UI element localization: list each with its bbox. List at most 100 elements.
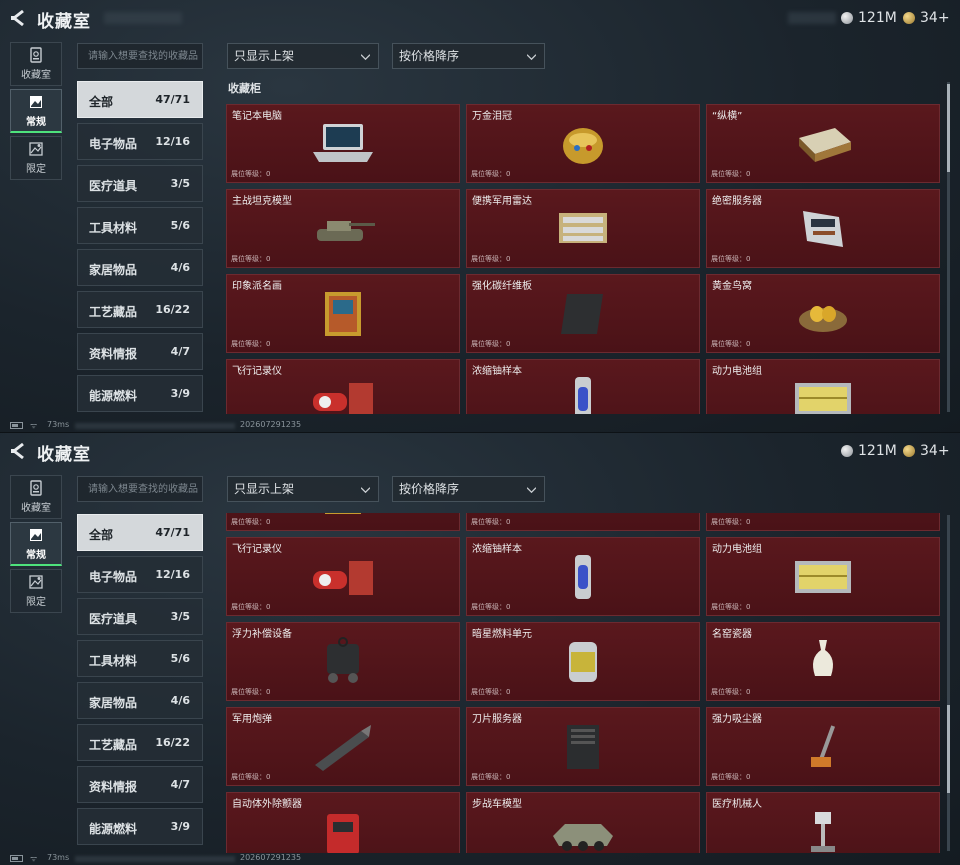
collection-card[interactable]: 步战车模型展位等级：0 [466, 792, 700, 853]
card-name: 万金泪冠 [472, 111, 512, 122]
nav-item-label: 限定 [26, 597, 46, 608]
category-item[interactable]: 资料情报 4/7 [77, 766, 203, 803]
collection-card[interactable]: 主战坦克模型 展位等级：0 [226, 189, 460, 268]
display-filter-dropdown[interactable]: 只显示上架 [227, 476, 379, 502]
collection-card[interactable]: 万金泪冠 展位等级：0 [466, 104, 700, 183]
card-name: 暗星燃料单元 [472, 629, 532, 640]
card-name: 名窑瓷器 [712, 629, 752, 640]
collection-card[interactable]: 飞行记录仪展位等级：0 [226, 359, 460, 414]
collection-card[interactable]: 黄金鸟窝展位等级：0 [706, 274, 940, 353]
back-arrow-icon[interactable] [10, 442, 28, 460]
radar-icon [559, 212, 607, 243]
nav-item-regular[interactable]: 常规 [10, 89, 62, 133]
collection-card[interactable]: 医疗机械人展位等级：0 [706, 792, 940, 853]
chevron-down-icon [361, 54, 370, 61]
scrollbar[interactable] [947, 515, 950, 851]
search-placeholder: 请输入想要查找的收藏品 [88, 484, 198, 495]
category-item[interactable]: 工艺藏品 16/22 [77, 291, 203, 328]
category-item[interactable]: 全部 47/71 [77, 81, 203, 118]
collection-card[interactable]: 刀片服务器 展位等级：0 [466, 707, 700, 786]
status-bar: ᯤ 73ms 202607291235 [0, 853, 960, 865]
gold-currency[interactable]: 34+ [903, 443, 950, 459]
search-input[interactable]: 请输入想要查找的收藏品 [77, 476, 203, 502]
category-item[interactable]: 能源燃料 3/9 [77, 808, 203, 845]
category-list: 全部 47/71 电子物品 12/16 医疗道具 3/5 工具材料 5/6 家居物品 4/6 工艺藏… [77, 81, 203, 417]
category-item[interactable]: 工具材料 5/6 [77, 640, 203, 677]
nav-item-limited[interactable]: 限定 [10, 569, 62, 613]
scrollbar-thumb[interactable] [947, 705, 950, 793]
limited-icon [29, 575, 43, 589]
card-level: 展位等级：0 [231, 518, 271, 526]
card-level: 展位等级：0 [471, 773, 511, 781]
collection-card[interactable]: 动力电池组展位等级：0 [706, 359, 940, 414]
card-level: 展位等级：0 [711, 518, 751, 526]
sort-dropdown[interactable]: 按价格降序 [392, 476, 545, 502]
category-count: 16/22 [155, 736, 190, 749]
category-item[interactable]: 电子物品 12/16 [77, 556, 203, 593]
category-item[interactable]: 医疗道具 3/5 [77, 598, 203, 635]
card-name: 绝密服务器 [712, 196, 762, 207]
collection-card[interactable]: “纵横” 展位等级：0 [706, 104, 940, 183]
collection-card[interactable]: 浓缩铀样本展位等级：0 [466, 537, 700, 616]
nav-item-regular[interactable]: 常规 [10, 522, 62, 566]
collection-card[interactable]: 强化碳纤维板展位等级：0 [466, 513, 700, 531]
gold-currency[interactable]: 34+ [903, 10, 950, 26]
nav-item-collection-room[interactable]: 收藏室 [10, 42, 62, 86]
card-level: 展位等级：0 [231, 688, 271, 696]
category-item[interactable]: 家居物品 4/6 [77, 249, 203, 286]
back-arrow-icon[interactable] [10, 9, 28, 27]
collection-card[interactable]: 浓缩铀样本展位等级：0 [466, 359, 700, 414]
sort-dropdown[interactable]: 按价格降序 [392, 43, 545, 69]
card-level: 展位等级：0 [471, 603, 511, 611]
category-item[interactable]: 电子物品 12/16 [77, 123, 203, 160]
category-item[interactable]: 资料情报 4/7 [77, 333, 203, 370]
collection-card[interactable]: 浮力补偿设备 展位等级：0 [226, 622, 460, 701]
collection-card[interactable]: 黄金鸟窝展位等级：0 [706, 513, 940, 531]
scrollbar-thumb[interactable] [947, 84, 950, 172]
collection-card[interactable]: 暗星燃料单元 展位等级：0 [466, 622, 700, 701]
tank-model-icon [317, 220, 375, 241]
item-grid: 印象派名画展位等级：0 强化碳纤维板展位等级：0 黄金鸟窝展位等级：0 飞行记录仪展位… [226, 513, 942, 853]
card-name: 浓缩铀样本 [472, 544, 522, 555]
collection-card[interactable]: 强化碳纤维板展位等级：0 [466, 274, 700, 353]
category-item[interactable]: 能源燃料 3/9 [77, 375, 203, 412]
collection-card[interactable]: 便携军用雷达 展位等级：0 [466, 189, 700, 268]
collection-card[interactable]: 绝密服务器 展位等级：0 [706, 189, 940, 268]
category-count: 4/7 [170, 345, 190, 358]
category-name: 医疗道具 [89, 612, 138, 626]
card-name: 步战车模型 [472, 799, 522, 810]
collection-card[interactable]: 印象派名画展位等级：0 [226, 274, 460, 353]
category-name: 全部 [89, 95, 114, 109]
item-grid-viewport[interactable]: 笔记本电脑 展位等级：0 万金泪冠 展位等级：0 “纵横” 展位等级：0 主战坦克模型 展位等… [226, 104, 942, 414]
category-count: 16/22 [155, 303, 190, 316]
item-grid-viewport[interactable]: 印象派名画展位等级：0 强化碳纤维板展位等级：0 黄金鸟窝展位等级：0 飞行记录仪展位… [226, 513, 942, 853]
blurred-text [788, 12, 836, 24]
gold-coin-icon [903, 445, 915, 457]
nav-item-limited[interactable]: 限定 [10, 136, 62, 180]
regular-icon [30, 528, 42, 541]
category-item[interactable]: 工艺藏品 16/22 [77, 724, 203, 761]
collection-card[interactable]: 笔记本电脑 展位等级：0 [226, 104, 460, 183]
category-item[interactable]: 医疗道具 3/5 [77, 165, 203, 202]
collection-card[interactable]: 自动体外除颤器展位等级：0 [226, 792, 460, 853]
scrollbar[interactable] [947, 82, 950, 412]
golden-nest-icon [799, 305, 847, 332]
status-bar: ᯤ 73ms 202607291235 [0, 420, 960, 432]
category-list: 全部 47/71 电子物品 12/16 医疗道具 3/5 工具材料 5/6 家居物品 4/6 工艺藏… [77, 514, 203, 850]
collection-card[interactable]: 印象派名画展位等级：0 [226, 513, 460, 531]
category-name: 资料情报 [89, 347, 138, 361]
category-item[interactable]: 工具材料 5/6 [77, 207, 203, 244]
display-filter-dropdown[interactable]: 只显示上架 [227, 43, 379, 69]
category-item[interactable]: 全部 47/71 [77, 514, 203, 551]
collection-card[interactable]: 名窑瓷器 展位等级：0 [706, 622, 940, 701]
nav-item-label: 限定 [26, 164, 46, 175]
collection-card[interactable]: 军用炮弹 展位等级：0 [226, 707, 460, 786]
nav-item-collection-room[interactable]: 收藏室 [10, 475, 62, 519]
card-name: 医疗机械人 [712, 799, 762, 810]
collection-card[interactable]: 强力吸尘器 展位等级：0 [706, 707, 940, 786]
category-item[interactable]: 家居物品 4/6 [77, 682, 203, 719]
collection-card[interactable]: 动力电池组展位等级：0 [706, 537, 940, 616]
card-level: 展位等级：0 [231, 773, 271, 781]
search-input[interactable]: 请输入想要查找的收藏品 [77, 43, 203, 69]
collection-card[interactable]: 飞行记录仪展位等级：0 [226, 537, 460, 616]
